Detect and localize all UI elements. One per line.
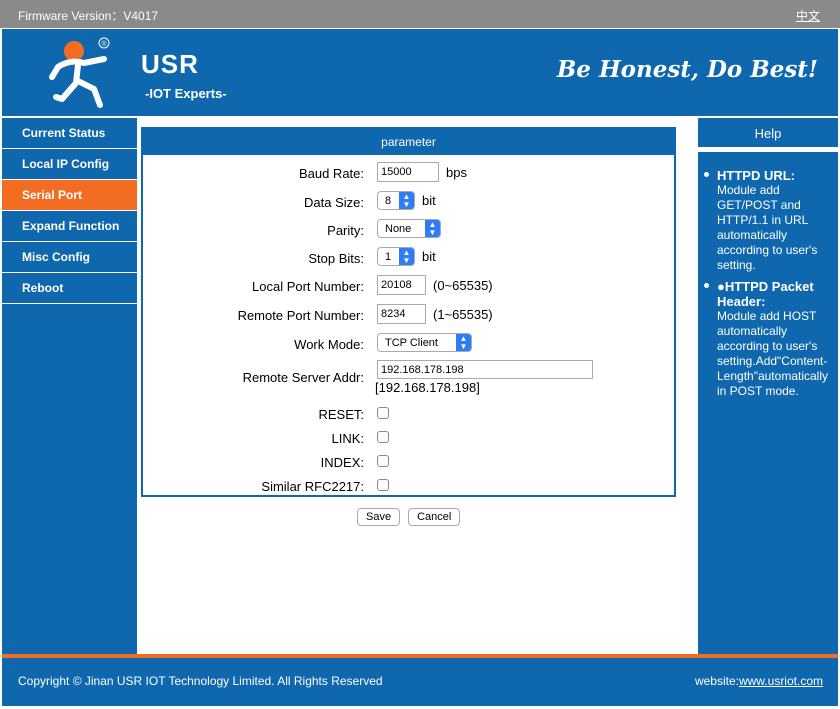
bullet-icon [704,283,709,288]
link-row: LINK: [143,427,674,449]
work-mode-value: TCP Client [385,336,438,349]
remote-port-label: Remote Port Number: [237,308,364,323]
stop-bits-label: Stop Bits: [308,251,364,266]
work-mode-label: Work Mode: [294,337,364,352]
sidebar: Current Status Local IP Config Serial Po… [2,118,137,654]
parity-select[interactable]: None ▲ ▼ [377,219,441,238]
link-label: LINK: [331,431,364,446]
index-row: INDEX: [143,451,674,473]
usr-logo-icon: ® [49,37,110,108]
rfc2217-checkbox[interactable] [377,479,389,491]
local-port-range: (0~65535) [433,277,493,293]
save-button[interactable]: Save [357,508,401,526]
sidebar-item-expand-function[interactable]: Expand Function [2,211,137,242]
website-link[interactable]: www.usriot.com [739,674,823,688]
data-size-row: Data Size: 8 ▲ ▼ bit [143,191,674,213]
select-arrows-icon: ▲ ▼ [399,192,414,209]
remote-port-row: Remote Port Number: (1~65535) [143,304,674,326]
stop-bits-value: 1 [385,250,392,263]
stop-bits-select[interactable]: 1 ▲ ▼ [377,247,415,266]
parity-label: Parity: [327,223,364,238]
help-title: Help [698,118,838,149]
form-buttons: Save Cancel [357,508,461,526]
select-arrows-icon: ▲ ▼ [425,220,440,237]
parameter-panel: parameter Baud Rate: bps Data Size: 8 ▲▼… [141,127,676,497]
local-port-input[interactable] [377,275,426,295]
website-label: website: [694,674,739,688]
local-port-row: Local Port Number: (0~65535) [143,275,674,297]
remote-port-input[interactable] [377,304,426,324]
website-info: website:www.usriot.com [695,674,823,688]
local-port-label: Local Port Number: [252,279,364,294]
remote-addr-current: [192.168.178.198] [375,380,480,395]
parity-value: None [385,222,412,235]
data-size-label: Data Size: [304,195,364,210]
sidebar-item-serial-port[interactable]: Serial Port [2,180,137,211]
brand-subtitle: -IOT Experts- [145,86,227,101]
baud-rate-row: Baud Rate: bps [143,162,674,184]
stop-bits-row: Stop Bits: 1 ▲ ▼ bit [143,247,674,269]
help-item-body: Module add GET/POST and HTTP/1.1 in URL … [717,183,818,272]
remote-port-range: (1~65535) [433,306,493,322]
top-bar: Firmware Version：V4017 中文 [0,0,840,28]
baud-rate-label: Baud Rate: [298,166,364,181]
registered-mark: ® [101,40,107,48]
index-label: INDEX: [320,455,364,470]
help-item-httpd-header: ●HTTPD Packet Header: Module add HOST au… [698,279,838,399]
language-link[interactable]: 中文 [796,7,820,24]
bullet-icon [704,172,709,177]
remote-addr-row: Remote Server Addr: [192.168.178.198] [143,360,674,400]
rfc2217-label: Similar RFC2217: [261,479,364,494]
sidebar-item-reboot[interactable]: Reboot [2,273,137,304]
remote-addr-input[interactable] [377,360,593,379]
baud-rate-unit: bps [446,164,467,180]
work-mode-row: Work Mode: TCP Client ▲ ▼ [143,333,674,355]
select-arrows-icon: ▲ ▼ [456,334,471,351]
reset-label: RESET: [318,407,364,422]
firmware-version: Firmware Version：V4017 [18,9,159,23]
slogan: Be Honest, Do Best! [556,56,818,83]
link-checkbox[interactable] [377,431,389,443]
work-mode-select[interactable]: TCP Client ▲ ▼ [377,333,472,352]
parity-row: Parity: None ▲ ▼ [143,219,674,241]
stop-bits-unit: bit [422,249,436,264]
panel-title: parameter [143,129,674,155]
copyright: Copyright © Jinan USR IOT Technology Lim… [18,674,383,688]
remote-addr-label: Remote Server Addr: [242,370,364,385]
baud-rate-input[interactable] [377,162,439,182]
sidebar-item-current-status[interactable]: Current Status [2,118,137,149]
footer: Copyright © Jinan USR IOT Technology Lim… [2,658,838,706]
header-banner: ® USR -IOT Experts- Be Honest, Do Best! [2,29,838,116]
help-item-title: ●HTTPD Packet Header: [717,279,814,309]
reset-row: RESET: [143,403,674,425]
data-size-unit: bit [422,193,436,208]
reset-checkbox[interactable] [377,407,389,419]
help-item-title: HTTPD URL: [717,168,795,183]
select-arrows-icon: ▲ ▼ [399,248,414,265]
help-item-httpd-url: HTTPD URL: Module add GET/POST and HTTP/… [698,168,838,273]
data-size-value: 8 [385,194,392,207]
brand-name: USR [141,49,199,79]
help-item-body: Module add HOST automatically according … [717,309,828,398]
cancel-button[interactable]: Cancel [408,508,461,526]
data-size-select[interactable]: 8 ▲ ▼ [377,191,415,210]
sidebar-item-misc-config[interactable]: Misc Config [2,242,137,273]
sidebar-item-local-ip-config[interactable]: Local IP Config [2,149,137,180]
help-panel: HTTPD URL: Module add GET/POST and HTTP/… [698,152,838,654]
rfc2217-row: Similar RFC2217: [143,475,674,497]
index-checkbox[interactable] [377,455,389,467]
